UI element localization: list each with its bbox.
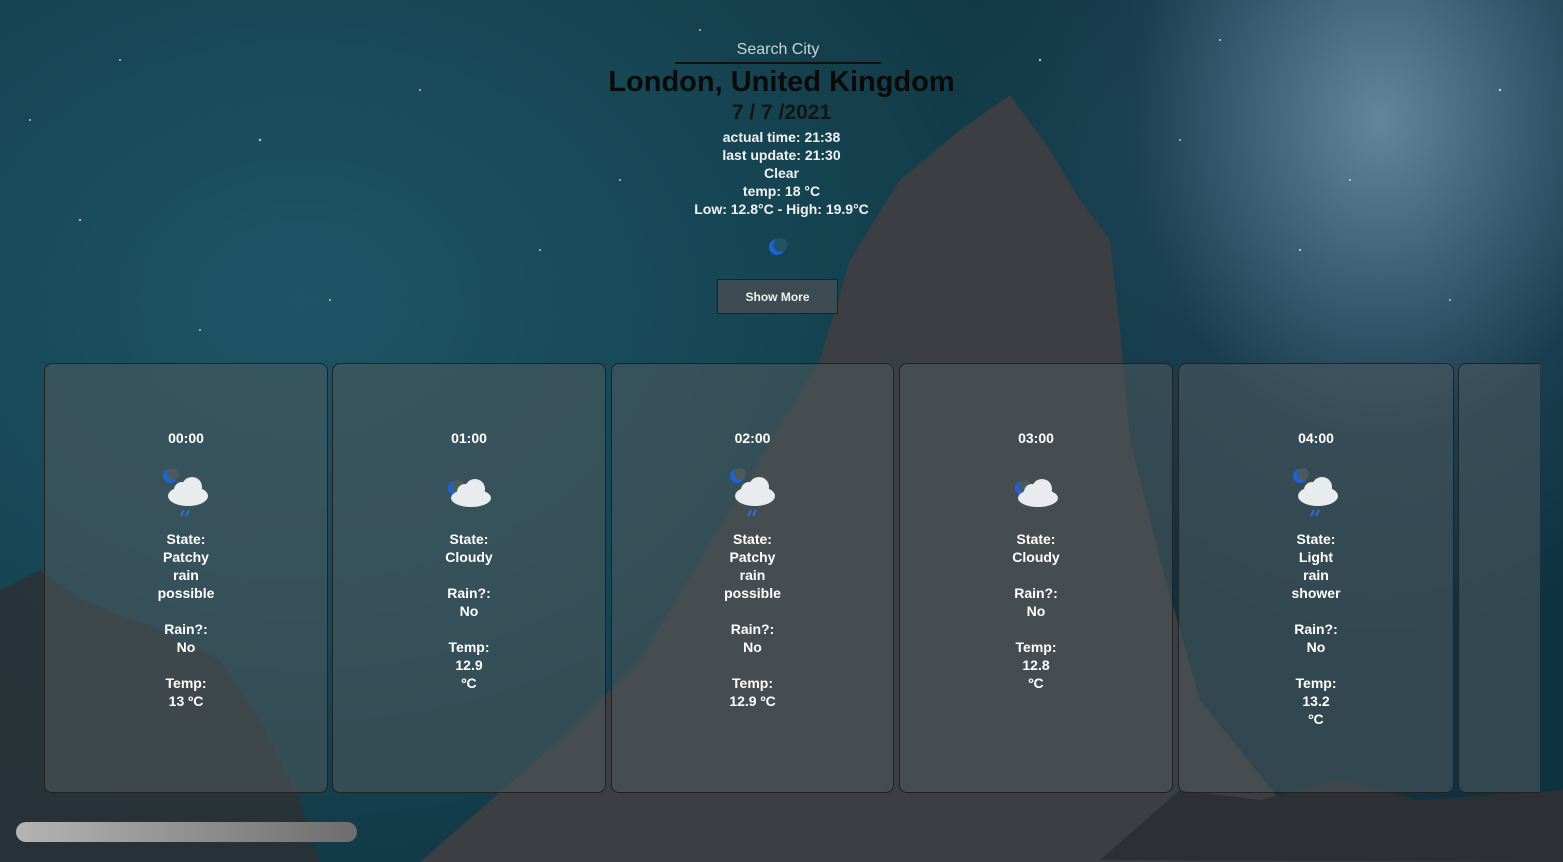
rain-value: No [176,639,196,655]
temp-value: 13 ºC [168,693,204,709]
rain-label: Rain?: [730,621,775,637]
hourly-card-partial [1458,363,1540,793]
last-update: last update: 21:30 [722,147,841,163]
state-value: rain [173,567,199,583]
show-more-button[interactable]: Show More [717,279,838,314]
state-label: State: [1016,531,1056,547]
state-value: Cloudy [445,549,493,565]
location-title: London, United Kingdom [608,66,955,98]
state-value: rain [739,567,766,583]
hourly-card: 02:00 State: Patchy rain possible Rain?:… [611,363,894,793]
temp-unit: ºC [1308,711,1324,727]
temp-value: 13.2 [1302,693,1330,709]
hour-time: 00:00 [168,430,204,446]
horizontal-scrollbar[interactable] [16,822,357,842]
hour-time: 01:00 [451,430,487,446]
low-high-temp: Low: 12.8°C - High: 19.9°C [694,201,869,217]
state-label: State: [733,531,772,547]
temp-label: Temp: [1015,639,1057,655]
rain-label: Rain?: [1014,585,1058,601]
hour-time: 03:00 [1018,430,1054,446]
state-label: State: [166,531,206,547]
moon-cloud-rain-icon [730,468,775,517]
state-value: possible [724,585,781,601]
temp-label: Temp: [732,675,773,691]
state-value: Light [1298,549,1334,565]
hour-details: State: Cloudy Rain?: No Temp: 12.9 ºC [333,530,605,692]
hourly-forecast-list[interactable]: 00:00 State: Patchy rain possible Rain?:… [44,363,1540,795]
state-label: State: [1296,531,1336,547]
hour-details: State: Light rain shower Rain?: No Temp:… [1179,530,1453,728]
rain-label: Rain?: [164,621,208,637]
temp-unit: ºC [1028,675,1044,691]
hourly-card: 00:00 State: Patchy rain possible Rain?:… [44,363,328,793]
moon-icon [769,238,788,255]
state-value: Cloudy [1012,549,1060,565]
state-value: Patchy [729,549,776,565]
temp-label: Temp: [1295,675,1337,691]
current-date: 7 / 7 /2021 [731,101,832,124]
state-label: State: [449,531,489,547]
rain-value: No [1026,603,1046,619]
state-value: possible [157,585,215,601]
temp-unit: ºC [461,675,477,691]
moon-cloud-rain-icon [1293,468,1338,517]
rain-label: Rain?: [447,585,491,601]
search-input[interactable] [675,38,881,64]
hour-time: 02:00 [734,430,771,446]
actual-time: actual time: 21:38 [722,129,841,145]
rain-value: No [459,603,479,619]
hourly-card: 01:00 State: Cloudy Rain?: No Temp: 12.9… [332,363,606,793]
current-temp: temp: 18 °C [742,183,821,199]
rain-label: Rain?: [1294,621,1338,637]
temp-value: 12.9 ºC [729,693,776,709]
temp-label: Temp: [165,675,207,691]
current-condition: Clear [763,165,800,181]
hour-details: State: Patchy rain possible Rain?: No Te… [612,530,893,710]
state-value: shower [1291,585,1341,601]
temp-label: Temp: [448,639,490,655]
hourly-card: 04:00 State: Light rain shower Rain?: No… [1178,363,1454,793]
moon-cloud-rain-icon [163,468,208,517]
moon-cloud-icon [448,479,491,507]
hour-time: 04:00 [1298,430,1334,446]
state-value: rain [1303,567,1329,583]
hourly-card: 03:00 State: Cloudy Rain?: No Temp: 12.8… [899,363,1173,793]
moon-cloud-icon [1015,479,1058,507]
rain-value: No [743,639,762,655]
temp-value: 12.9 [455,657,483,673]
rain-value: No [1306,639,1326,655]
hour-details: State: Patchy rain possible Rain?: No Te… [45,530,327,710]
state-value: Patchy [163,549,209,565]
hour-details: State: Cloudy Rain?: No Temp: 12.8 ºC [900,530,1172,692]
temp-value: 12.8 [1022,657,1050,673]
